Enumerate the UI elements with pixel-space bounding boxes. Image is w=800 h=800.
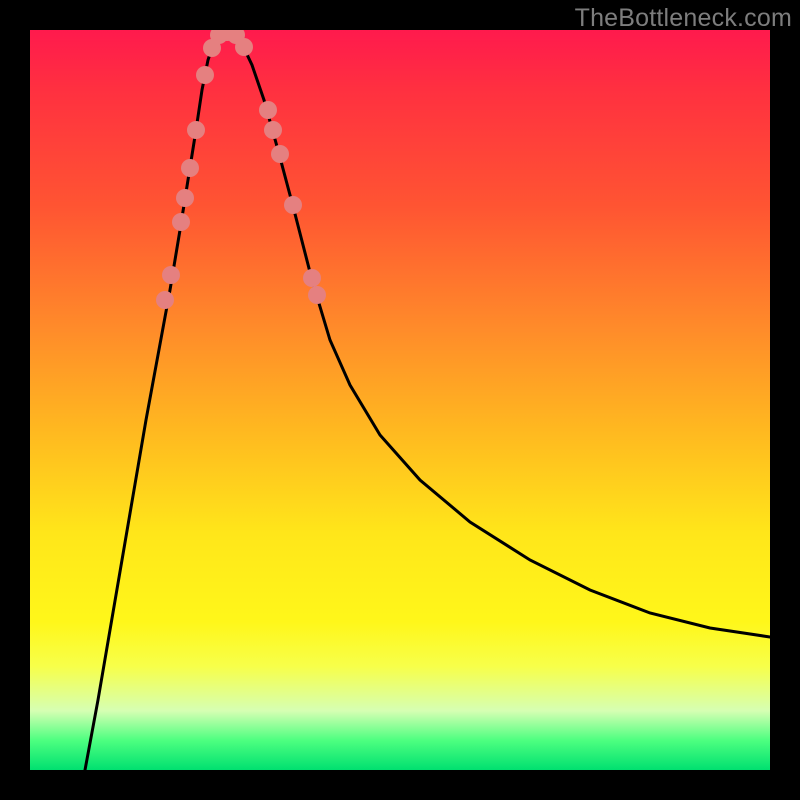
- highlight-dot: [308, 286, 326, 304]
- chart-svg: [30, 30, 770, 770]
- highlight-dot: [176, 189, 194, 207]
- highlight-dot: [156, 291, 174, 309]
- highlight-dot: [284, 196, 302, 214]
- highlight-dot: [259, 101, 277, 119]
- highlight-dot: [303, 269, 321, 287]
- highlight-dot: [196, 66, 214, 84]
- highlight-dot: [264, 121, 282, 139]
- watermark-text: TheBottleneck.com: [575, 4, 792, 33]
- marker-group: [156, 30, 326, 309]
- highlight-dot: [162, 266, 180, 284]
- highlight-dot: [187, 121, 205, 139]
- bottleneck-curve: [85, 30, 770, 770]
- highlight-dot: [235, 38, 253, 56]
- chart-frame: TheBottleneck.com: [0, 0, 800, 800]
- highlight-dot: [181, 159, 199, 177]
- highlight-dot: [271, 145, 289, 163]
- highlight-dot: [172, 213, 190, 231]
- curve-group: [85, 30, 770, 770]
